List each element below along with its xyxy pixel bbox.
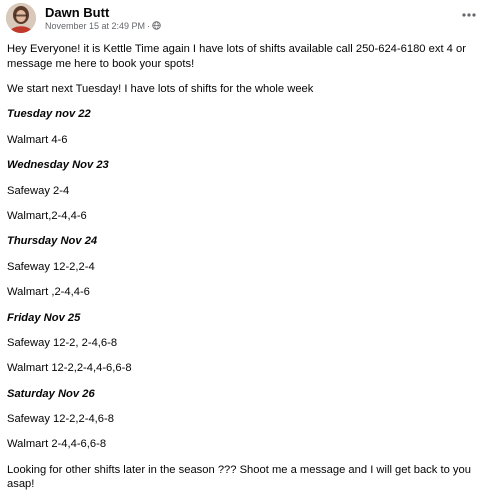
day-heading: Tuesday nov 22 (7, 108, 91, 121)
post-text-line: Walmart 2-4,4-6,6-8 (7, 438, 107, 451)
post-text-line: Safeway 12-2,2-4,6-8 (7, 413, 114, 426)
post-timestamp[interactable]: November 15 at 2:49 PM (45, 21, 145, 31)
facebook-post: Dawn Butt November 15 at 2:49 PM · Hey Ev… (0, 0, 486, 490)
day-heading: Thursday Nov 24 (7, 235, 98, 248)
post-text-line: Safeway 12-2,2-4 (7, 260, 95, 273)
globe-icon (152, 21, 161, 30)
post-text-line: Safeway 12-2, 2-4,6-8 (7, 336, 118, 349)
post-text-line: Looking for other shifts later in the se… (7, 463, 471, 491)
day-heading: Wednesday Nov 23 (7, 159, 109, 172)
post-text-line: Walmart ,2-4,4-6 (7, 286, 90, 299)
post-text-line: Walmart,2-4,4-6 (7, 209, 87, 222)
post-header: Dawn Butt November 15 at 2:49 PM · (6, 3, 480, 33)
more-options-icon[interactable] (460, 8, 478, 22)
post-text-line: We start next Tuesday! I have lots of sh… (7, 82, 314, 95)
post-text-line: Walmart 4-6 (7, 133, 68, 146)
meta-separator: · (147, 21, 151, 31)
post-meta: November 15 at 2:49 PM · (45, 21, 161, 32)
author-name[interactable]: Dawn Butt (45, 5, 109, 20)
day-heading: Friday Nov 25 (7, 311, 81, 324)
post-text-line: Hey Everyone! it is Kettle Time again I … (7, 43, 466, 70)
post-body: Hey Everyone! it is Kettle Time again I … (7, 42, 479, 503)
avatar[interactable] (6, 3, 36, 33)
day-heading: Saturday Nov 26 (7, 387, 95, 400)
post-text-line: Safeway 2-4 (7, 184, 70, 197)
post-text-line: Walmart 12-2,2-4,4-6,6-8 (7, 362, 132, 375)
